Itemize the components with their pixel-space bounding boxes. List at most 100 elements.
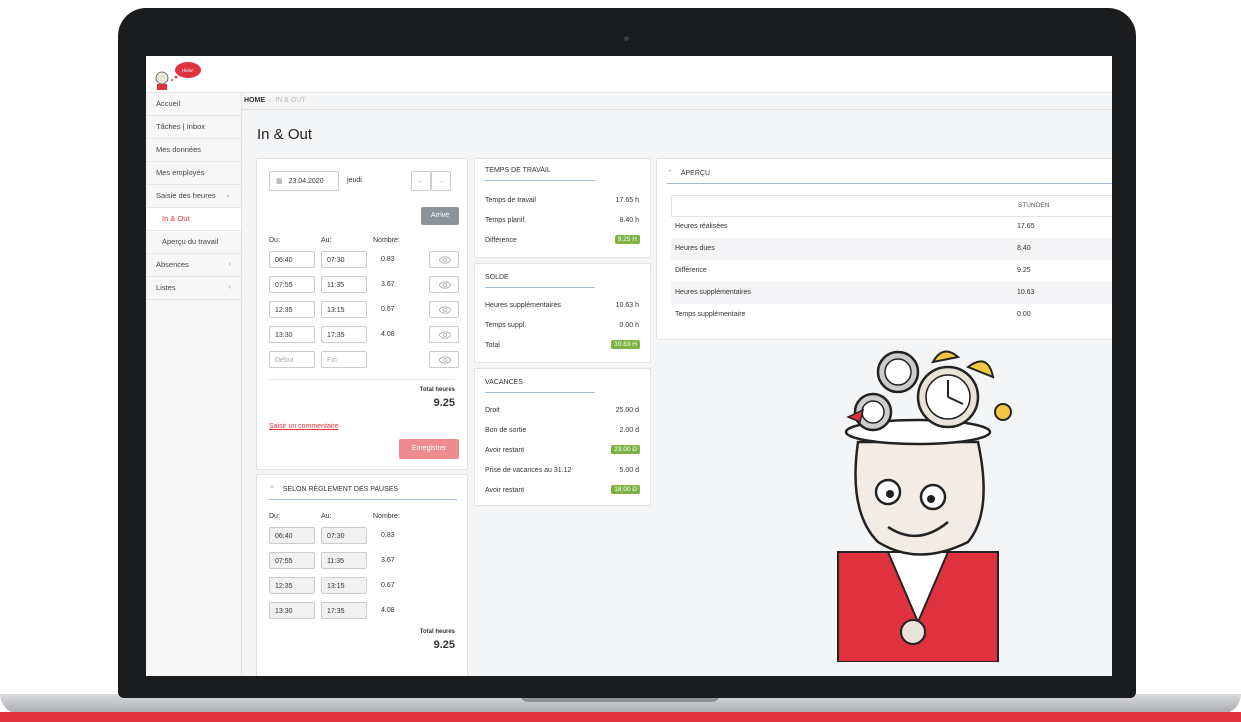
sidebar-item-listes[interactable]: Listes ‹ [146, 277, 241, 300]
stat-label: Heures supplémentaires [485, 302, 561, 309]
arrow-right-icon: → [437, 178, 445, 185]
stat-value: 10.63 h [615, 302, 639, 309]
count-value: 0.67 [381, 306, 395, 313]
column-count: Nombre: [373, 513, 400, 520]
overview-header[interactable]: ⌃ APERÇU [657, 159, 1112, 183]
status-badge: 10.63 H [611, 340, 640, 349]
date-field[interactable]: ▦ 23.04.2020 [269, 171, 339, 191]
logo-icon[interactable]: Hello! [152, 60, 202, 90]
to-value: 07:30 [321, 527, 367, 544]
view-button[interactable] [429, 251, 459, 268]
sidebar-item-inbox[interactable]: Tâches | Inbox [146, 116, 241, 139]
from-value: 12:35 [269, 577, 315, 594]
to-input[interactable]: 13:15 [321, 301, 367, 318]
sidebar-item-label: Accueil [156, 99, 181, 108]
view-button[interactable] [429, 326, 459, 343]
stat-value: 0.00 h [619, 322, 639, 329]
row-label: Heures dues [675, 245, 715, 252]
stat-label: Bon de sortie [485, 427, 527, 434]
view-button[interactable] [429, 351, 459, 368]
camera-icon [624, 36, 629, 41]
mascot-illustration [837, 350, 1012, 662]
stat-label: Prise de vacances au 31.12 [485, 467, 572, 474]
pause-rules-title: SELON RÈGLEMENT DES PAUSES [282, 486, 399, 493]
sidebar-item-in-out[interactable]: In & Out [146, 208, 241, 231]
column-from: Du: [269, 513, 280, 520]
from-input[interactable]: 06:40 [269, 251, 315, 268]
stat-label: Temps de travail [485, 197, 536, 204]
row-label: Heures supplémentaires [675, 289, 751, 296]
from-input[interactable]: 07:55 [269, 276, 315, 293]
arrow-left-icon: ← [417, 178, 425, 185]
eye-icon [439, 331, 451, 339]
stat-value: 25.00 d [615, 407, 639, 414]
start-input[interactable]: Début [269, 351, 315, 368]
stat-label: Avoir restant [485, 447, 525, 454]
to-input[interactable]: 07:30 [321, 251, 367, 268]
row-label: Heures réalisées [675, 223, 728, 230]
table-row: Heures supplémentaires 10.63 [671, 282, 1112, 304]
vacation-card: VACANCES Droit 25.00 d Bon de sortie 2.0… [474, 368, 651, 506]
end-input[interactable]: Fin [321, 351, 367, 368]
work-time-title: TEMPS DE TRAVAIL [485, 167, 551, 174]
sidebar-item-label: Absences [156, 260, 189, 269]
stat-label: Temps planif. [485, 217, 527, 224]
pause-rules-header[interactable]: ⌃ SELON RÈGLEMENT DES PAUSES [257, 475, 467, 499]
from-value: 06:40 [269, 527, 315, 544]
stat-value: 5.00 d [619, 467, 639, 474]
sidebar: Accueil Tâches | Inbox Mes données Mes e… [146, 93, 242, 676]
overview-title: APERÇU [680, 170, 711, 177]
row-value: 8.40 [1017, 245, 1031, 252]
top-bar: Hello! [146, 56, 1112, 93]
section-rule [485, 180, 595, 181]
vacation-title: VACANCES [485, 379, 523, 386]
stat-label: Avoir restant [485, 487, 525, 494]
to-input[interactable]: 11:35 [321, 276, 367, 293]
view-button[interactable] [429, 301, 459, 318]
next-day-button[interactable]: → [431, 171, 451, 191]
sidebar-item-label: Aperçu du travail [162, 237, 219, 246]
sidebar-item-label: Mes données [156, 145, 202, 154]
save-button[interactable]: Enregistrer [399, 439, 459, 459]
count-value: 0.83 [381, 532, 395, 539]
divider [269, 379, 455, 380]
arrive-button[interactable]: Arrive [421, 207, 459, 225]
breadcrumb-home[interactable]: HOME [244, 97, 265, 104]
count-value: 4.08 [381, 607, 395, 614]
sidebar-item-apercu[interactable]: Aperçu du travail [146, 231, 241, 254]
sidebar-item-saisie[interactable]: Saisie des heures ⌄ [146, 185, 241, 208]
stat-label: Différence [485, 237, 517, 244]
balance-card: SOLDE Heures supplémentaires 10.63 h Tem… [474, 263, 651, 363]
section-rule [485, 287, 595, 288]
sidebar-item-accueil[interactable]: Accueil [146, 93, 241, 116]
from-input[interactable]: 12:35 [269, 301, 315, 318]
brand-strip [0, 712, 1241, 722]
chevron-left-icon: ‹ [228, 261, 231, 268]
chevron-down-icon: ⌄ [225, 192, 231, 199]
stat-value: 8.40 h [619, 217, 639, 224]
count-value: 3.67 [381, 557, 395, 564]
total-label: Total heures [419, 387, 455, 393]
section-rule [667, 183, 1112, 184]
view-button[interactable] [429, 276, 459, 293]
comment-link[interactable]: Saisir un commentaire [269, 423, 339, 430]
to-value: 11:35 [321, 552, 367, 569]
column-header: STUNDEN [1018, 202, 1050, 209]
svg-text:Hello!: Hello! [182, 68, 194, 73]
sidebar-item-mes-employes[interactable]: Mes employés [146, 162, 241, 185]
eye-icon [439, 256, 451, 264]
table-row: Différence 9.25 [671, 260, 1112, 282]
prev-day-button[interactable]: ← [411, 171, 431, 191]
stat-value: 17.65 h [615, 197, 639, 204]
from-input[interactable]: 13:30 [269, 326, 315, 343]
stat-value: 2.00 d [619, 427, 639, 434]
row-value: 9.25 [1017, 267, 1031, 274]
status-badge: 23.00 D [611, 445, 640, 454]
breadcrumb-separator: › [269, 97, 272, 104]
sidebar-item-mes-donnees[interactable]: Mes données [146, 139, 241, 162]
to-input[interactable]: 17:35 [321, 326, 367, 343]
to-value: 13:15 [321, 577, 367, 594]
page-title: In & Out [257, 126, 313, 143]
sidebar-item-absences[interactable]: Absences ‹ [146, 254, 241, 277]
pause-rules-card: ⌃ SELON RÈGLEMENT DES PAUSES Du: Au: Nom… [256, 474, 468, 676]
